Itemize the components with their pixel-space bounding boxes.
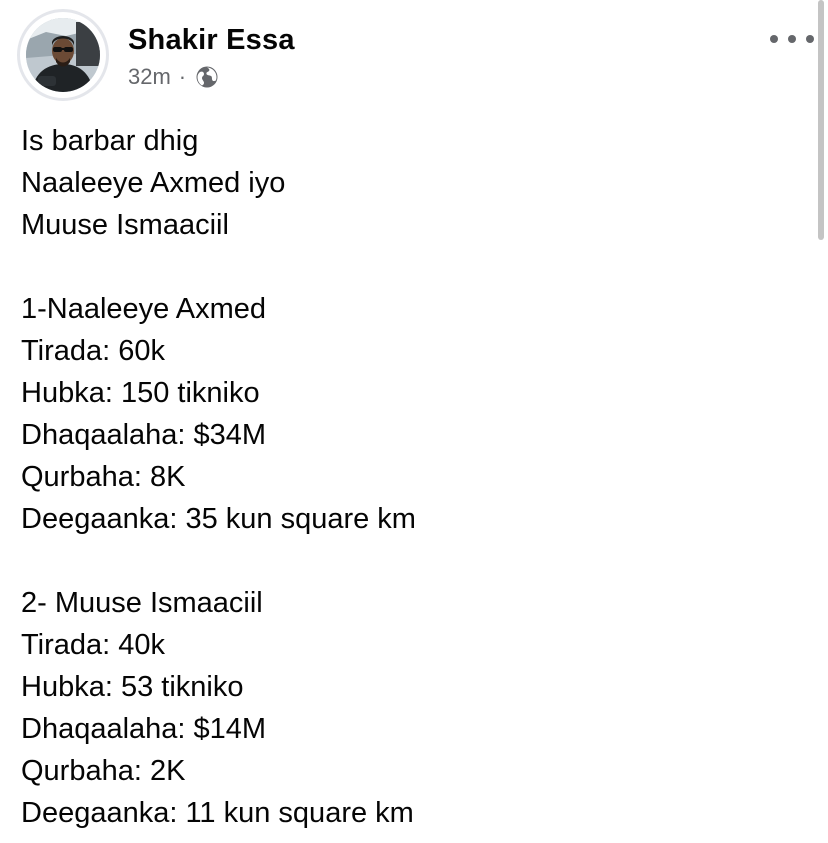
- paragraph-break: [21, 540, 801, 582]
- post-meta: 32m ·: [128, 62, 219, 92]
- post-timestamp[interactable]: 32m: [128, 64, 171, 90]
- post-text: Is barbar dhig Naaleeye Axmed iyo Muuse …: [21, 120, 801, 834]
- author-name[interactable]: Shakir Essa: [128, 24, 295, 57]
- post-line: Naaleeye Axmed iyo: [21, 167, 286, 199]
- profile-photo: [26, 18, 100, 92]
- more-dot: [770, 35, 778, 43]
- post-header: Shakir Essa 32m ·: [0, 0, 828, 112]
- avatar[interactable]: [17, 9, 109, 101]
- scrollbar[interactable]: [818, 0, 824, 240]
- post-line: Hubka: 150 tikniko: [21, 377, 260, 409]
- post-line: Deegaanka: 11 kun square km: [21, 797, 414, 829]
- globe-icon[interactable]: [195, 65, 219, 89]
- meta-separator: ·: [178, 64, 187, 89]
- post-line: Is barbar dhig: [21, 125, 199, 157]
- more-dot: [806, 35, 814, 43]
- more-dot: [788, 35, 796, 43]
- post-line: Qurbaha: 8K: [21, 461, 186, 493]
- paragraph-break: [21, 246, 801, 288]
- section-heading: 1-Naaleeye Axmed: [21, 293, 267, 325]
- profile-photo-image: [26, 18, 100, 92]
- post-line: Tirada: 40k: [21, 629, 165, 661]
- section-heading: 2- Muuse Ismaaciil: [21, 587, 263, 619]
- post-line: Muuse Ismaaciil: [21, 209, 229, 241]
- post-line: Qurbaha: 2K: [21, 755, 186, 787]
- post-line: Tirada: 60k: [21, 335, 165, 367]
- post-line: Dhaqaalaha: $34M: [21, 419, 267, 451]
- post-line: Deegaanka: 35 kun square km: [21, 503, 416, 535]
- post-line: Dhaqaalaha: $14M: [21, 713, 267, 745]
- more-options-icon[interactable]: [770, 28, 814, 50]
- post-line: Hubka: 53 tikniko: [21, 671, 244, 703]
